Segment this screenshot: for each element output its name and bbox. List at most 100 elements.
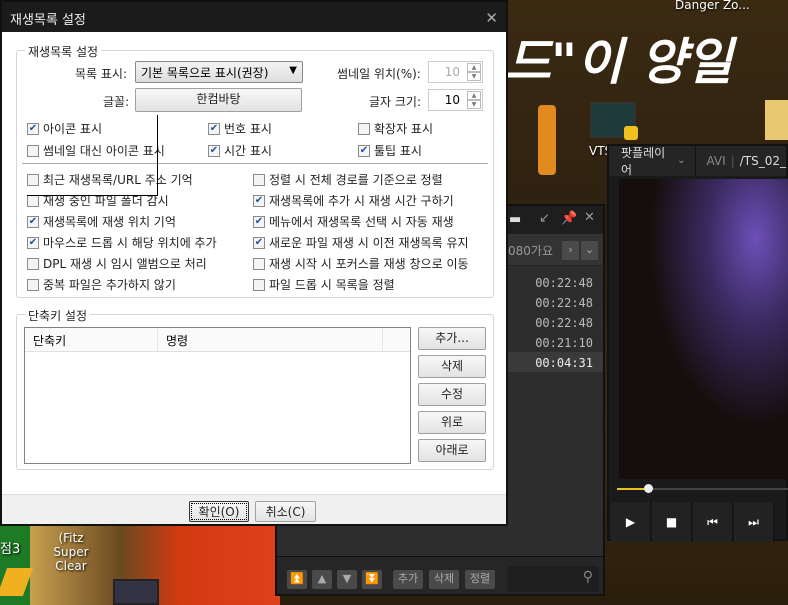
next-button[interactable]: ⏭ — [734, 502, 774, 542]
checkbox-option[interactable]: 확장자 표시 — [358, 120, 433, 137]
checkbox-unchecked-icon[interactable] — [27, 144, 39, 157]
checkbox-label: 재생목록에 재생 위치 기억 — [43, 215, 176, 229]
checkbox-label: 최근 재생목록/URL 주소 기억 — [43, 173, 193, 187]
delete-shortcut-button[interactable]: 삭제 — [418, 355, 486, 378]
checkbox-option[interactable]: 파일 드롭 시 목록을 정렬 — [253, 276, 395, 293]
seek-bar[interactable] — [617, 484, 788, 493]
font-button[interactable]: 한컴바탕 — [135, 88, 302, 112]
video-file-icon[interactable] — [113, 579, 159, 605]
checkbox-option[interactable]: ✔ 툴팁 표시 — [358, 142, 422, 159]
seek-handle[interactable] — [644, 484, 654, 493]
play-badge-icon — [624, 126, 638, 140]
checkbox-checked-icon[interactable]: ✔ — [27, 236, 39, 249]
cancel-button[interactable]: 취소(C) — [255, 501, 316, 522]
checkbox-checked-icon[interactable]: ✔ — [358, 144, 370, 157]
desktop-icon-label[interactable]: (Fitz Super Clear — [40, 531, 102, 573]
checkbox-checked-icon[interactable]: ✔ — [208, 122, 220, 135]
checkbox-option[interactable]: ✔ 재생목록에 추가 시 재생 시간 구하기 — [253, 192, 454, 209]
list-display-label: 목록 표시: — [75, 67, 128, 81]
video-area[interactable] — [619, 179, 788, 479]
close-icon[interactable]: ✕ — [485, 9, 498, 27]
desktop-icon-label[interactable]: 점3 — [0, 538, 20, 557]
next-tab-button[interactable]: › — [562, 241, 579, 260]
checkbox-option[interactable]: ✔ 재생목록에 재생 위치 기억 — [27, 213, 176, 230]
chevron-down-icon[interactable]: ⌄ — [677, 146, 697, 176]
move-up-button[interactable]: ▲ — [312, 570, 332, 589]
checkbox-option[interactable]: ✔ 시간 표시 — [208, 142, 272, 159]
previous-button[interactable]: ⏮ — [693, 502, 733, 542]
spin-up-icon[interactable]: ▲ — [467, 91, 481, 100]
move-up-shortcut-button[interactable]: 위로 — [418, 411, 486, 434]
pin-icon[interactable]: 📌 — [561, 211, 577, 226]
checkbox-option[interactable]: 썸네일 대신 아이콘 표시 — [27, 142, 165, 159]
move-bottom-button[interactable]: ⏬ — [362, 570, 382, 589]
duration: 00:22:48 — [535, 316, 593, 330]
move-down-button[interactable]: ▼ — [337, 570, 357, 589]
checkbox-unchecked-icon[interactable] — [253, 257, 265, 270]
add-button[interactable]: 추가 — [393, 570, 423, 589]
checkbox-option[interactable]: ✔ 마우스로 드롭 시 해당 위치에 추가 — [27, 234, 217, 251]
search-icon[interactable]: ⚲ — [583, 569, 593, 585]
checkbox-unchecked-icon[interactable] — [27, 173, 39, 186]
search-input[interactable]: ⚲ — [507, 566, 599, 592]
checkbox-option[interactable]: ✔ 새로운 파일 재생 시 이전 재생목록 유지 — [253, 234, 469, 251]
checkbox-label: 새로운 파일 재생 시 이전 재생목록 유지 — [269, 236, 469, 250]
checkbox-option[interactable]: DPL 재생 시 임시 앨범으로 처리 — [27, 255, 207, 272]
toggle-icon[interactable]: ▬ — [509, 212, 521, 227]
checkbox-unchecked-icon[interactable] — [358, 122, 370, 135]
checkbox-checked-icon[interactable]: ✔ — [27, 215, 39, 228]
edit-shortcut-button[interactable]: 수정 — [418, 383, 486, 406]
shortcut-list[interactable]: 단축키 명령 — [24, 327, 411, 464]
move-top-button[interactable]: ⏫ — [287, 570, 307, 589]
ok-button[interactable]: 확인(O) — [189, 501, 249, 522]
checkbox-option[interactable]: 정렬 시 전체 경로를 기준으로 정렬 — [253, 171, 443, 188]
dock-icon[interactable]: ↙ — [539, 211, 550, 226]
close-icon[interactable]: ✕ — [584, 210, 595, 225]
spin-down-icon[interactable]: ▼ — [467, 72, 481, 81]
font-size-spinner[interactable]: 10 ▲ ▼ — [428, 89, 483, 111]
playlist-settings-group: 재생목록 설정 목록 표시: 기본 목록으로 표시(권장) ▼ 글꼴: 한컴바탕 … — [16, 43, 494, 298]
checkbox-option[interactable]: ✔ 메뉴에서 재생목록 선택 시 자동 재생 — [253, 213, 454, 230]
checkbox-unchecked-icon[interactable] — [27, 278, 39, 291]
checkbox-option[interactable]: ✔ 번호 표시 — [208, 120, 272, 137]
add-shortcut-button[interactable]: 추가... — [418, 327, 486, 350]
stop-button[interactable]: ■ — [652, 502, 692, 542]
playlist-settings-dialog: 재생목록 설정 ✕ 재생목록 설정 목록 표시: 기본 목록으로 표시(권장) ▼… — [0, 0, 508, 526]
checkbox-option[interactable]: 중복 파일은 추가하지 않기 — [27, 276, 176, 293]
playlist-tab[interactable]: 080가요 — [508, 242, 553, 259]
checkbox-unchecked-icon[interactable] — [27, 194, 39, 207]
checkbox-label: 메뉴에서 재생목록 선택 시 자동 재생 — [269, 215, 454, 229]
column-header-command[interactable]: 명령 — [158, 328, 383, 351]
checkbox-label: 시간 표시 — [224, 144, 272, 158]
desktop-icon-label[interactable]: Danger Zo... — [675, 0, 750, 12]
checkbox-checked-icon[interactable]: ✔ — [253, 236, 265, 249]
folder-icon[interactable] — [765, 100, 788, 140]
checkbox-option[interactable]: 최근 재생목록/URL 주소 기억 — [27, 171, 193, 188]
checkbox-label: 재생 시작 시 포커스를 재생 창으로 이동 — [269, 257, 469, 271]
play-button[interactable]: ▶ — [611, 502, 651, 542]
shortcut-settings-group: 단축키 설정 단축키 명령 추가... 삭제 수정 위로 아래로 — [16, 307, 494, 470]
checkbox-checked-icon[interactable]: ✔ — [253, 194, 265, 207]
move-down-shortcut-button[interactable]: 아래로 — [418, 439, 486, 462]
checkbox-option[interactable]: 재생 시작 시 포커스를 재생 창으로 이동 — [253, 255, 469, 272]
checkbox-unchecked-icon[interactable] — [27, 257, 39, 270]
pot-player-window: 팟플레이어 ⌄ AVI | /TS_02_ ▶ ■ ⏮ ⏭ — [607, 144, 788, 542]
checkbox-unchecked-icon[interactable] — [253, 278, 265, 291]
spin-down-icon[interactable]: ▼ — [467, 100, 481, 109]
thumbnail-position-spinner[interactable]: 10 ▲ ▼ — [428, 61, 483, 83]
delete-button[interactable]: 삭제 — [429, 570, 459, 589]
checkbox-checked-icon[interactable]: ✔ — [27, 122, 39, 135]
column-header-shortcut[interactable]: 단축키 — [25, 328, 158, 351]
thumbnail-position-label: 썸네일 위치(%): — [337, 67, 421, 81]
checkbox-checked-icon[interactable]: ✔ — [208, 144, 220, 157]
checkbox-unchecked-icon[interactable] — [253, 173, 265, 186]
bottle-image — [538, 105, 556, 175]
checkbox-label: 아이콘 표시 — [43, 122, 103, 136]
sort-button[interactable]: 정렬 — [465, 570, 495, 589]
tab-menu-button[interactable]: ⌄ — [581, 241, 598, 260]
list-display-select[interactable]: 기본 목록으로 표시(권장) ▼ — [135, 61, 303, 83]
spin-up-icon[interactable]: ▲ — [467, 63, 481, 72]
checkbox-option[interactable]: ✔ 아이콘 표시 — [27, 120, 102, 137]
checkbox-checked-icon[interactable]: ✔ — [253, 215, 265, 228]
player-menu-button[interactable]: 팟플레이어 — [609, 144, 677, 178]
